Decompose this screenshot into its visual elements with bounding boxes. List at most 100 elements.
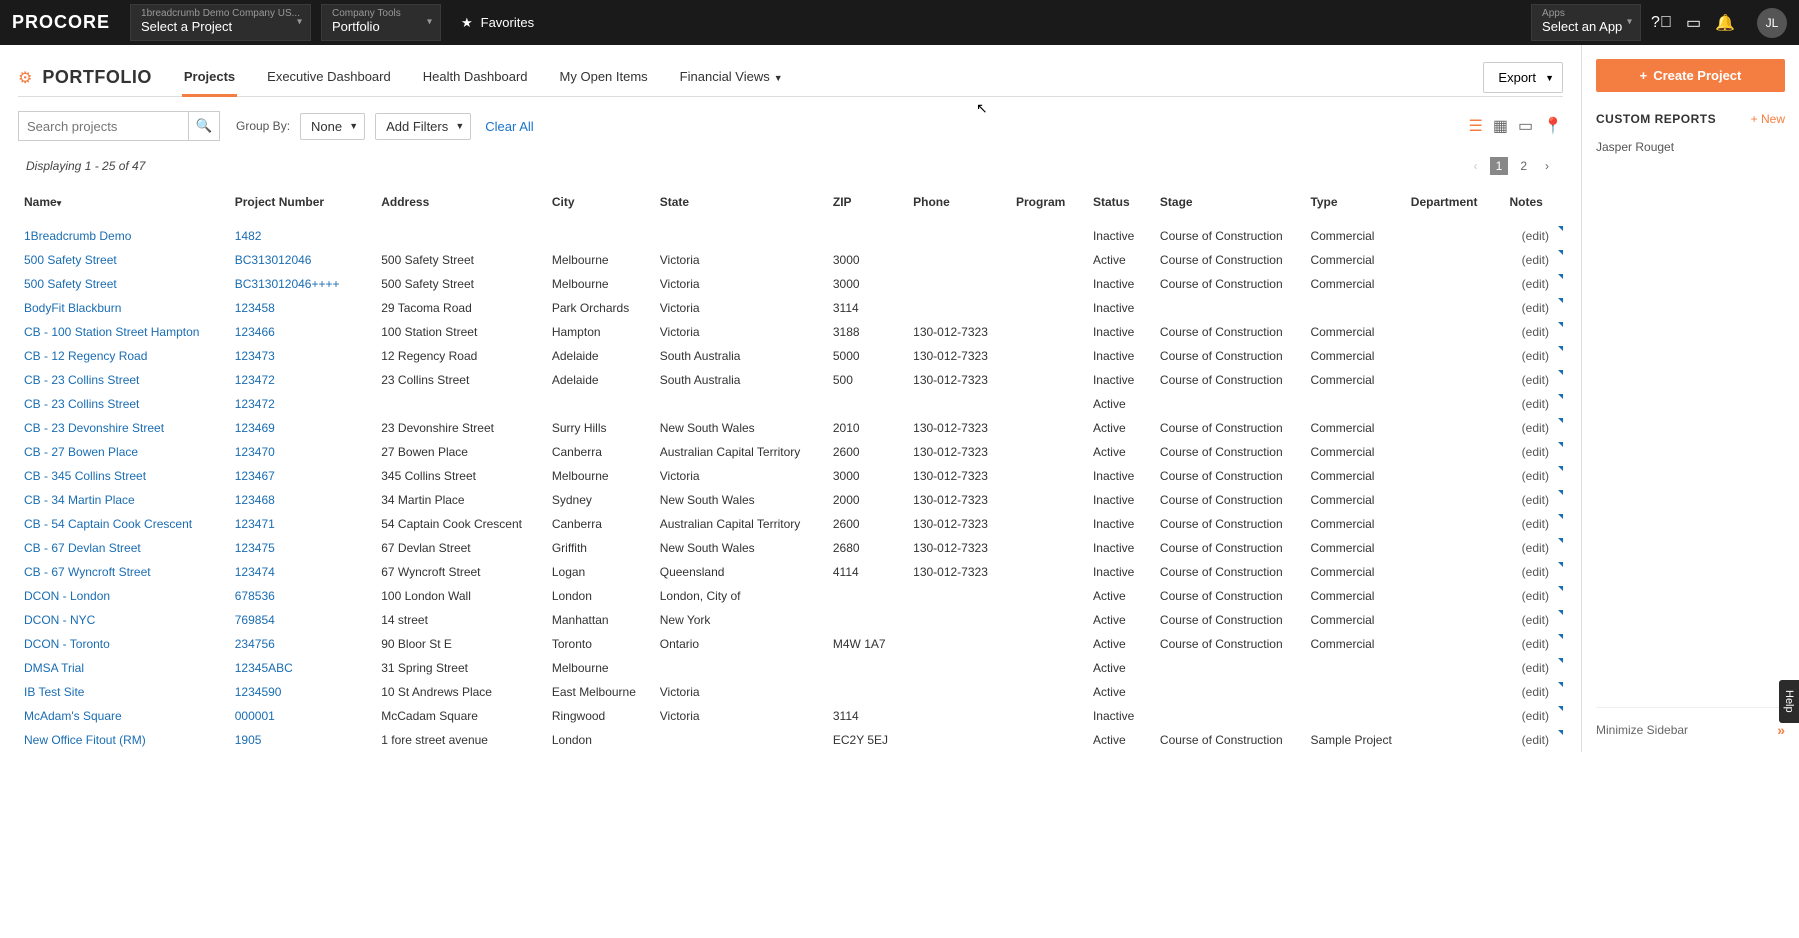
tab-executive-dashboard[interactable]: Executive Dashboard: [265, 59, 393, 96]
cell-num[interactable]: 123467: [229, 464, 375, 488]
chat-icon[interactable]: ▭: [1686, 13, 1701, 33]
cell-num[interactable]: 000001: [229, 704, 375, 728]
cell-name[interactable]: CB - 12 Regency Road: [18, 344, 229, 368]
search-button[interactable]: 🔍: [188, 111, 220, 141]
edit-link[interactable]: (edit): [1504, 368, 1564, 392]
edit-link[interactable]: (edit): [1504, 656, 1564, 680]
cell-name[interactable]: New Office Fitout (RM): [18, 728, 229, 752]
user-avatar[interactable]: JL: [1757, 8, 1787, 38]
list-view-icon[interactable]: ☰: [1468, 116, 1482, 136]
cell-num[interactable]: BC313012046++++: [229, 272, 375, 296]
cell-name[interactable]: DCON - London: [18, 584, 229, 608]
cell-name[interactable]: 500 Safety Street: [18, 248, 229, 272]
add-filters-dropdown[interactable]: Add Filters▼: [375, 113, 471, 140]
cell-num[interactable]: 1234590: [229, 680, 375, 704]
company-project-dropdown[interactable]: 1breadcrumb Demo Company US... Select a …: [130, 4, 311, 41]
col-phone[interactable]: Phone: [907, 185, 1010, 224]
cell-name[interactable]: CB - 34 Martin Place: [18, 488, 229, 512]
cell-name[interactable]: CB - 23 Collins Street: [18, 392, 229, 416]
edit-link[interactable]: (edit): [1504, 632, 1564, 656]
new-report-link[interactable]: + New: [1751, 112, 1785, 126]
tab-financial-views[interactable]: Financial Views▼: [678, 59, 785, 96]
cell-num[interactable]: 123469: [229, 416, 375, 440]
company-tools-dropdown[interactable]: Company Tools Portfolio ▾: [321, 4, 441, 41]
cell-num[interactable]: 678536: [229, 584, 375, 608]
help-tab[interactable]: Help: [1779, 680, 1799, 723]
edit-link[interactable]: (edit): [1504, 512, 1564, 536]
col-address[interactable]: Address: [375, 185, 546, 224]
edit-link[interactable]: (edit): [1504, 344, 1564, 368]
edit-link[interactable]: (edit): [1504, 680, 1564, 704]
edit-link[interactable]: (edit): [1504, 488, 1564, 512]
cell-name[interactable]: CB - 67 Wyncroft Street: [18, 560, 229, 584]
favorites-link[interactable]: ★ Favorites: [461, 15, 534, 31]
col-department[interactable]: Department: [1405, 185, 1504, 224]
map-view-icon[interactable]: 📍: [1543, 116, 1563, 136]
col-stage[interactable]: Stage: [1154, 185, 1305, 224]
minimize-sidebar[interactable]: Minimize Sidebar »: [1596, 707, 1785, 752]
cell-name[interactable]: DMSA Trial: [18, 656, 229, 680]
col-state[interactable]: State: [654, 185, 827, 224]
cell-name[interactable]: IB Test Site: [18, 680, 229, 704]
edit-link[interactable]: (edit): [1504, 560, 1564, 584]
col-name[interactable]: Name▾: [18, 185, 229, 224]
edit-link[interactable]: (edit): [1504, 296, 1564, 320]
pager-next[interactable]: ›: [1539, 157, 1555, 175]
col-program[interactable]: Program: [1010, 185, 1087, 224]
cell-name[interactable]: CB - 54 Captain Cook Crescent: [18, 512, 229, 536]
col-city[interactable]: City: [546, 185, 654, 224]
create-project-button[interactable]: +Create Project: [1596, 59, 1785, 92]
pager-page-1[interactable]: 1: [1490, 157, 1509, 175]
edit-link[interactable]: (edit): [1504, 536, 1564, 560]
pager-prev[interactable]: ‹: [1468, 157, 1484, 175]
col-zip[interactable]: ZIP: [827, 185, 907, 224]
cell-num[interactable]: 123471: [229, 512, 375, 536]
cell-name[interactable]: 1Breadcrumb Demo: [18, 224, 229, 249]
cell-num[interactable]: 12345ABC: [229, 656, 375, 680]
edit-link[interactable]: (edit): [1504, 608, 1564, 632]
cell-name[interactable]: CB - 67 Devlan Street: [18, 536, 229, 560]
cell-num[interactable]: 1482: [229, 224, 375, 249]
cell-num[interactable]: 123468: [229, 488, 375, 512]
cell-num[interactable]: 123472: [229, 392, 375, 416]
cell-name[interactable]: CB - 345 Collins Street: [18, 464, 229, 488]
cell-num[interactable]: 123472: [229, 368, 375, 392]
edit-link[interactable]: (edit): [1504, 392, 1564, 416]
tab-health-dashboard[interactable]: Health Dashboard: [421, 59, 530, 96]
cell-name[interactable]: CB - 27 Bowen Place: [18, 440, 229, 464]
edit-link[interactable]: (edit): [1504, 320, 1564, 344]
edit-link[interactable]: (edit): [1504, 248, 1564, 272]
cell-name[interactable]: DCON - Toronto: [18, 632, 229, 656]
cell-name[interactable]: 500 Safety Street: [18, 272, 229, 296]
cell-num[interactable]: 1905: [229, 728, 375, 752]
edit-link[interactable]: (edit): [1504, 224, 1564, 249]
cell-num[interactable]: 123458: [229, 296, 375, 320]
edit-link[interactable]: (edit): [1504, 272, 1564, 296]
col-status[interactable]: Status: [1087, 185, 1154, 224]
clear-all-link[interactable]: Clear All: [485, 119, 533, 134]
edit-link[interactable]: (edit): [1504, 728, 1564, 752]
edit-link[interactable]: (edit): [1504, 464, 1564, 488]
bell-icon[interactable]: 🔔: [1715, 13, 1735, 33]
tab-my-open-items[interactable]: My Open Items: [558, 59, 650, 96]
cell-num[interactable]: 123466: [229, 320, 375, 344]
col-project-number[interactable]: Project Number: [229, 185, 375, 224]
cell-num[interactable]: 123474: [229, 560, 375, 584]
edit-link[interactable]: (edit): [1504, 704, 1564, 728]
cell-name[interactable]: CB - 100 Station Street Hampton: [18, 320, 229, 344]
cell-name[interactable]: McAdam's Square: [18, 704, 229, 728]
cell-num[interactable]: 234756: [229, 632, 375, 656]
cell-num[interactable]: 123475: [229, 536, 375, 560]
pager-page-2[interactable]: 2: [1514, 157, 1533, 175]
edit-link[interactable]: (edit): [1504, 440, 1564, 464]
edit-link[interactable]: (edit): [1504, 584, 1564, 608]
cell-name[interactable]: BodyFit Blackburn: [18, 296, 229, 320]
help-icon[interactable]: ?⃝: [1651, 14, 1672, 32]
gear-icon[interactable]: ⚙: [18, 68, 32, 88]
edit-link[interactable]: (edit): [1504, 416, 1564, 440]
col-notes[interactable]: Notes: [1504, 185, 1564, 224]
custom-report-item[interactable]: Jasper Rouget: [1596, 136, 1785, 158]
export-button[interactable]: Export▼: [1483, 62, 1563, 93]
cell-num[interactable]: 769854: [229, 608, 375, 632]
grid-view-icon[interactable]: ▦: [1493, 116, 1508, 136]
